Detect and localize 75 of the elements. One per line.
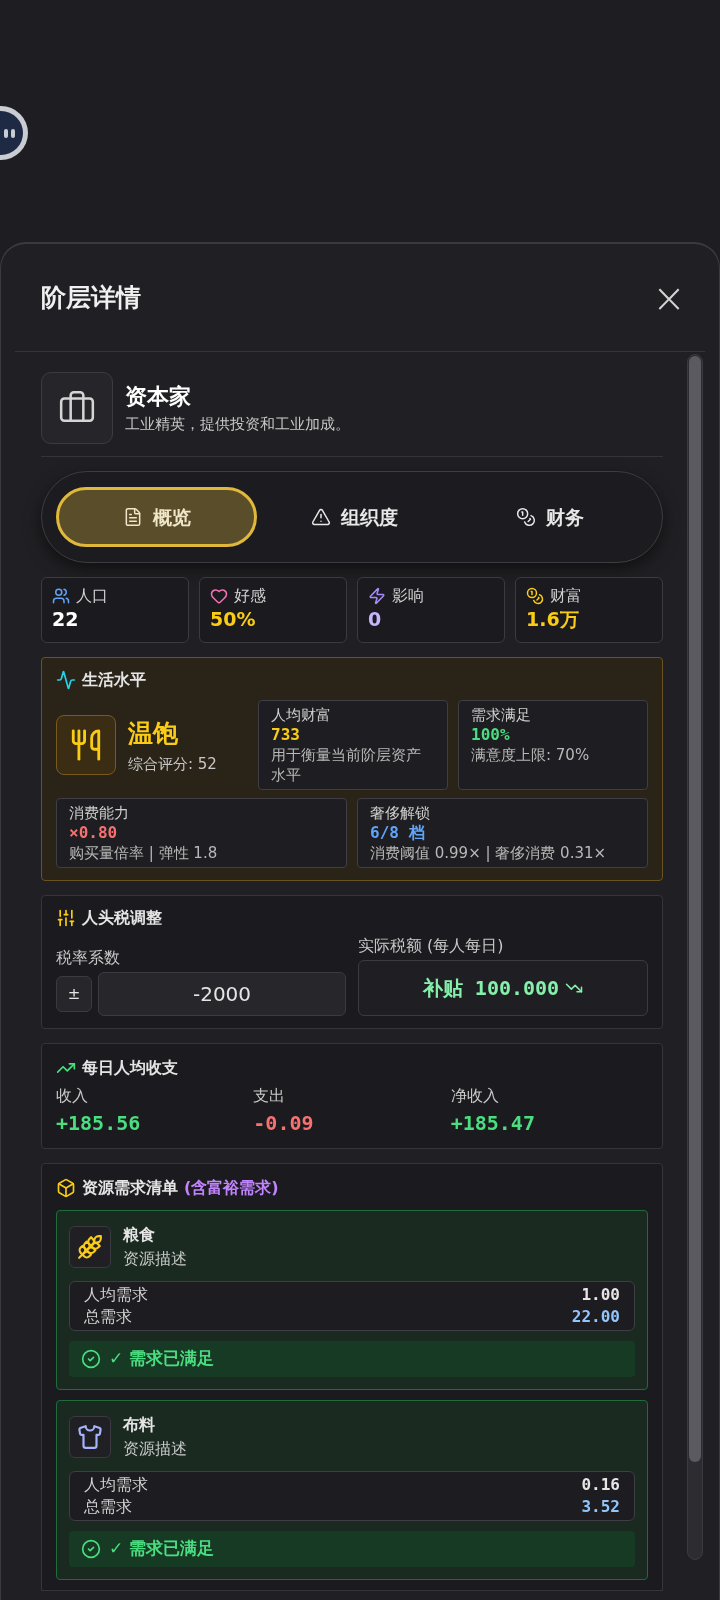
package-icon (56, 1178, 76, 1198)
demand-value: 3.52 (581, 1496, 620, 1518)
coins-icon (516, 507, 537, 527)
living-score: 综合评分: 52 (128, 753, 217, 775)
income-value: +185.56 (56, 1110, 142, 1137)
living-level: 温饱 (128, 718, 179, 750)
demand-label: 总需求 (84, 1306, 133, 1328)
scrollbar[interactable] (687, 354, 703, 1560)
stat-value: 22 (52, 608, 80, 632)
tab[interactable]: 概览 (56, 487, 258, 547)
tab[interactable]: 组织度 (257, 487, 453, 547)
stat-label: 财富 (550, 585, 582, 607)
income-label: 支出 (253, 1085, 287, 1107)
pulse-icon (56, 670, 76, 690)
section-title: 生活水平 (82, 669, 146, 691)
info-note: 用于衡量当前阶层资产水平 (271, 745, 422, 785)
field-label: 实际税额 (每人每日) (358, 935, 505, 957)
users-icon (52, 587, 70, 605)
heart-icon (210, 587, 228, 605)
modal-title: 阶层详情 (41, 281, 141, 314)
demand-label: 人均需求 (84, 1474, 149, 1496)
demand-value: 0.16 (581, 1474, 620, 1496)
shirt-icon (69, 1416, 111, 1458)
demand-label: 人均需求 (84, 1284, 149, 1306)
demand-value: 22.00 (571, 1306, 620, 1328)
coins-icon (526, 587, 544, 605)
stat-label: 好感 (234, 585, 266, 607)
check-circle-icon (81, 1539, 101, 1559)
status-text: ✓ 需求已满足 (109, 1347, 215, 1371)
stat-label: 影响 (392, 585, 424, 607)
actual-tax-value: 补贴 100.000 (422, 975, 560, 1002)
tab[interactable]: 财务 (452, 487, 648, 547)
field-label: 税率系数 (56, 947, 121, 969)
class-name: 资本家 (125, 383, 192, 412)
income-value: -0.09 (253, 1110, 315, 1137)
resource-description: 资源描述 (123, 1248, 187, 1270)
class-description: 工业精英，提供投资和工业加成。 (125, 414, 350, 436)
info-note: 购买量倍率 | 弹性 1.8 (69, 843, 219, 863)
section-title: 每日人均收支 (82, 1057, 178, 1079)
lightning-icon (368, 587, 386, 605)
stat-value: 1.6万 (526, 608, 580, 632)
wheat-icon (69, 1226, 111, 1268)
info-note: 消费阈值 0.99× | 奢侈消费 0.31× (370, 843, 608, 863)
demand-value: 1.00 (580, 1284, 620, 1306)
close-button[interactable]: × (649, 277, 689, 318)
section-title: 资源需求清单 (82, 1177, 178, 1199)
briefcase-icon (41, 372, 113, 444)
section-subtitle: (含富裕需求) (184, 1177, 279, 1199)
status-text: ✓ 需求已满足 (109, 1537, 215, 1561)
warning-icon (311, 507, 332, 527)
demand-label: 总需求 (84, 1496, 133, 1518)
info-value: 100% (471, 725, 511, 745)
info-note: 满意度上限: 70% (471, 745, 591, 765)
info-label: 人均财富 (271, 705, 332, 725)
income-label: 净收入 (450, 1085, 500, 1107)
stat-value: 50% (210, 608, 257, 632)
sign-toggle-button[interactable]: ± (56, 976, 92, 1012)
stat-label: 人口 (76, 585, 108, 607)
section-title: 人头税调整 (82, 907, 162, 929)
info-value: 6/8 档 (370, 823, 426, 843)
resource-name: 粮食 (123, 1224, 156, 1246)
income-label: 收入 (56, 1085, 89, 1107)
tax-rate-input[interactable]: -2000 (98, 972, 346, 1016)
utensils-icon (56, 715, 116, 775)
info-label: 需求满足 (471, 705, 532, 725)
sliders-icon (56, 908, 76, 928)
stat-value: 0 (368, 608, 383, 632)
income-value: +185.47 (450, 1110, 536, 1137)
info-value: 733 (271, 725, 301, 745)
resource-name: 布料 (123, 1414, 156, 1436)
check-circle-icon (81, 1349, 101, 1369)
info-label: 奢侈解锁 (370, 803, 431, 823)
resource-description: 资源描述 (123, 1438, 187, 1460)
info-label: 消费能力 (69, 803, 130, 823)
info-value: ×0.80 (69, 823, 119, 843)
